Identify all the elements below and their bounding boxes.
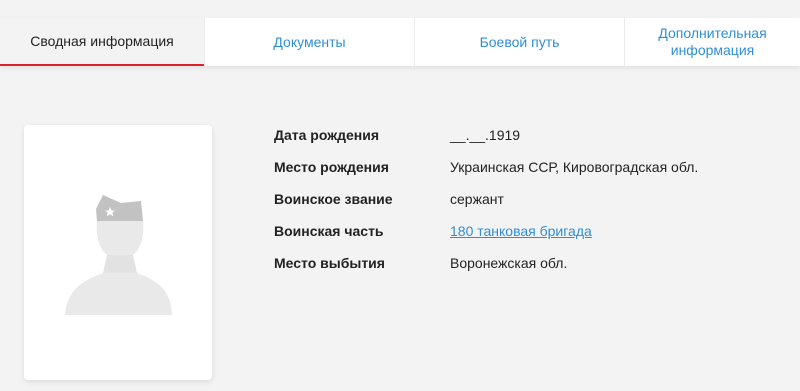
info-row-birth-date: Дата рождения __.__.1919 — [274, 127, 698, 159]
birth-place-label: Место рождения — [274, 159, 389, 175]
birth-date-value: __.__.1919 — [450, 127, 521, 143]
tab-additional-info-label: Дополнительная информация — [658, 25, 767, 58]
tab-combat-path[interactable]: Боевой путь — [414, 18, 624, 66]
unit-value-cell: 180 танковая бригада — [450, 223, 592, 239]
info-row-birth-place: Место рождения Украинская ССР, Кировогра… — [274, 159, 698, 191]
tab-summary[interactable]: Сводная информация — [0, 18, 204, 66]
tab-documents[interactable]: Документы — [204, 18, 414, 66]
departure-label: Место выбытия — [274, 255, 385, 271]
info-table: Дата рождения __.__.1919 Место рождения … — [274, 127, 698, 287]
info-row-unit: Воинская часть 180 танковая бригада — [274, 223, 698, 255]
departure-value: Воронежская обл. — [450, 255, 568, 271]
rank-value: сержант — [450, 191, 504, 207]
photo-card — [24, 125, 212, 380]
info-row-rank: Воинское звание сержант — [274, 191, 698, 223]
info-row-departure: Место выбытия Воронежская обл. — [274, 255, 698, 287]
unit-link[interactable]: 180 танковая бригада — [450, 223, 592, 239]
unit-label: Воинская часть — [274, 223, 384, 239]
tab-bar: Сводная информация Документы Боевой путь… — [0, 18, 800, 66]
soldier-silhouette-icon — [65, 195, 172, 315]
birth-place-value: Украинская ССР, Кировоградская обл. — [450, 159, 699, 175]
rank-label: Воинское звание — [274, 191, 393, 207]
tab-additional-info[interactable]: Дополнительная информация — [624, 18, 800, 66]
birth-date-label: Дата рождения — [274, 127, 380, 143]
